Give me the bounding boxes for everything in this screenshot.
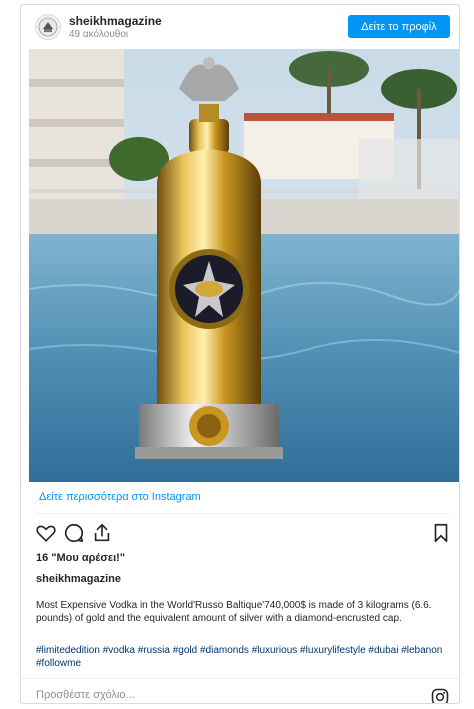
divider xyxy=(35,513,450,514)
share-icon[interactable] xyxy=(91,522,113,544)
view-more-instagram-link[interactable]: Δείτε περισσότερα στο Instagram xyxy=(39,491,201,503)
followers-count: 49 ακόλουθοι xyxy=(69,29,129,40)
caption-username[interactable]: sheikhmagazine xyxy=(36,573,121,585)
view-profile-button[interactable]: Δείτε το προφίλ xyxy=(348,15,450,38)
post-header: sheikhmagazine 49 ακόλουθοι Δείτε το προ… xyxy=(21,5,459,49)
instagram-embed: sheikhmagazine 49 ακόλουθοι Δείτε το προ… xyxy=(20,4,460,704)
heart-icon[interactable] xyxy=(35,522,57,544)
crest-icon xyxy=(38,17,58,37)
caption-text: Most Expensive Vodka in the World'Russo … xyxy=(36,600,432,624)
comment-icon[interactable] xyxy=(63,522,85,544)
avatar[interactable] xyxy=(35,14,61,40)
bookmark-icon[interactable] xyxy=(430,522,452,544)
hashtags[interactable]: #limitededition #vodka #russia #gold #di… xyxy=(36,644,446,670)
likes-count[interactable]: 16 "Μου αρέσει!" xyxy=(36,552,125,564)
comment-input[interactable] xyxy=(36,684,406,703)
instagram-icon[interactable] xyxy=(431,688,449,704)
post-image[interactable] xyxy=(29,49,459,482)
divider xyxy=(21,678,459,679)
username[interactable]: sheikhmagazine xyxy=(69,14,162,28)
vodka-bottle-photo xyxy=(29,49,459,482)
